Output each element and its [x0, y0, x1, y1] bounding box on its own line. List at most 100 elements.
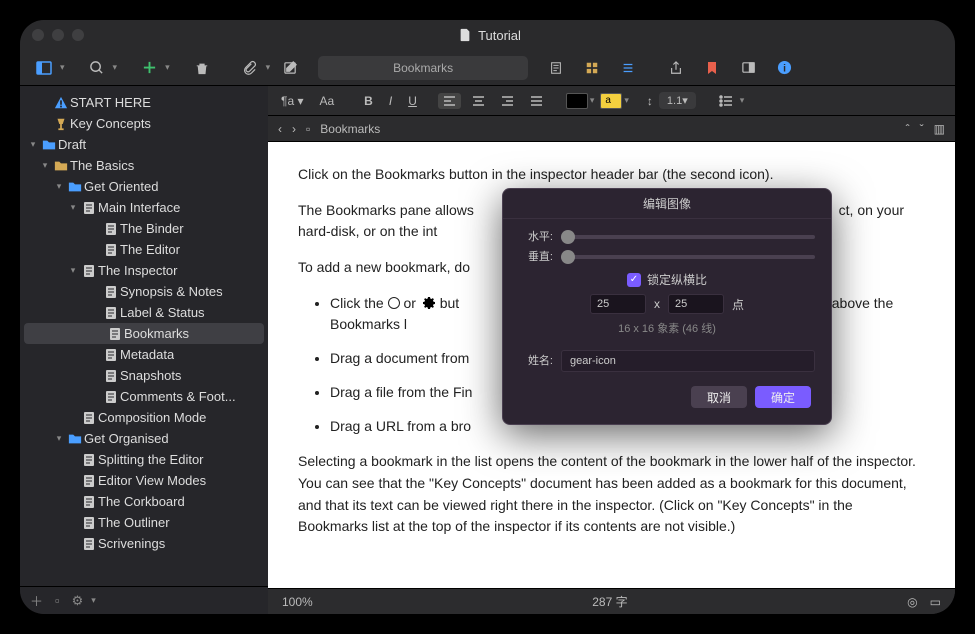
font-button[interactable]: Aa [314, 92, 339, 110]
disclosure-icon[interactable]: ▾ [66, 265, 80, 276]
binder-item[interactable]: The Binder [20, 218, 268, 239]
folder-blue-icon [66, 181, 84, 193]
underline-button[interactable]: U [403, 92, 422, 110]
target-icon[interactable]: ◎ [907, 595, 917, 609]
doc-view-button[interactable] [540, 56, 572, 80]
nav-forward-button[interactable]: › [292, 122, 296, 136]
bold-button[interactable]: B [359, 92, 378, 110]
chevron-down-icon[interactable]: ▾ [60, 62, 65, 73]
name-input[interactable] [561, 350, 815, 372]
corkboard-button[interactable] [576, 56, 608, 80]
disclosure-icon[interactable]: ▾ [26, 139, 40, 150]
search-button[interactable] [81, 56, 113, 80]
align-justify-button[interactable] [525, 93, 548, 109]
nav-back-button[interactable]: ‹ [278, 122, 282, 136]
compose-button[interactable] [274, 56, 306, 80]
inspector-button[interactable] [732, 56, 764, 80]
nav-down-button[interactable]: ˇ [920, 122, 924, 136]
disclosure-icon[interactable]: ▾ [38, 160, 52, 171]
binder-item[interactable]: Synopsis & Notes [20, 281, 268, 302]
binder-item[interactable]: Bookmarks [24, 323, 264, 344]
chevron-down-icon[interactable]: ▾ [165, 62, 170, 73]
binder-item-label: Splitting the Editor [98, 452, 204, 467]
trash-button[interactable] [186, 56, 218, 80]
binder-item[interactable]: Editor View Modes [20, 470, 268, 491]
traffic-lights [32, 29, 84, 41]
binder-tree[interactable]: START HEREKey Concepts▾Draft▾The Basics▾… [20, 86, 268, 586]
chevron-down-icon[interactable]: ▾ [113, 62, 118, 73]
add-item-button[interactable]: ＋ [30, 591, 43, 610]
doc-icon [80, 411, 98, 425]
binder-item[interactable]: START HERE [20, 92, 268, 113]
bookmark-button[interactable] [696, 56, 728, 80]
nav-up-button[interactable]: ˆ [906, 122, 910, 136]
svg-text:i: i [783, 63, 786, 74]
document-title: Bookmarks [320, 122, 380, 136]
binder-item[interactable]: Key Concepts [20, 113, 268, 134]
doc-icon [106, 327, 124, 341]
ok-button[interactable]: 确定 [755, 386, 811, 408]
outline-button[interactable] [612, 56, 644, 80]
binder-item[interactable]: Splitting the Editor [20, 449, 268, 470]
minimize-window[interactable] [52, 29, 64, 41]
binder-item[interactable]: ▾Main Interface [20, 197, 268, 218]
compose-mode-icon[interactable]: ▭ [930, 595, 941, 609]
doc-icon: ▫ [306, 122, 310, 136]
binder-item[interactable]: Metadata [20, 344, 268, 365]
titlebar: Tutorial [20, 20, 955, 50]
list-button[interactable] [714, 93, 738, 109]
attach-button[interactable] [234, 56, 266, 80]
italic-button[interactable]: I [384, 92, 397, 110]
binder-item-label: Snapshots [120, 368, 181, 383]
binder-item[interactable]: ▾ Draft [20, 134, 268, 155]
binder-item[interactable]: The Corkboard [20, 491, 268, 512]
sidebar-footer: ＋ ▫ ⚙▾ [20, 586, 268, 614]
binder-item-label: Editor View Modes [98, 473, 206, 488]
cancel-button[interactable]: 取消 [691, 386, 747, 408]
vertical-slider[interactable] [561, 255, 815, 259]
doc-icon [80, 537, 98, 551]
binder-item[interactable]: The Outliner [20, 512, 268, 533]
disclosure-icon[interactable]: ▾ [66, 202, 80, 213]
layout-toggle-button[interactable]: ▥ [934, 122, 945, 136]
lock-aspect-checkbox[interactable]: ✓ [627, 273, 641, 287]
pixel-info: 16 x 16 象素 (46 线) [519, 320, 815, 336]
binder-item[interactable]: ▾The Inspector [20, 260, 268, 281]
share-button[interactable] [660, 56, 692, 80]
binder-item[interactable]: Scrivenings [20, 533, 268, 554]
circle-icon [388, 297, 400, 309]
chevron-down-icon[interactable]: ▾ [266, 62, 271, 73]
align-right-button[interactable] [496, 93, 519, 109]
height-input[interactable] [668, 294, 724, 314]
toolbar-search-field[interactable]: Bookmarks [318, 56, 528, 80]
zoom-window[interactable] [72, 29, 84, 41]
paragraph-style-button[interactable]: ¶a ▾ [276, 92, 308, 110]
width-input[interactable] [590, 294, 646, 314]
highlight-swatch[interactable]: a [600, 93, 622, 109]
binder-item[interactable]: ▾Get Oriented [20, 176, 268, 197]
binder-item-label: Draft [58, 137, 86, 152]
align-left-button[interactable] [438, 93, 461, 109]
binder-item[interactable]: Snapshots [20, 365, 268, 386]
binder-item[interactable]: ▾Get Organised [20, 428, 268, 449]
disclosure-icon[interactable]: ▾ [52, 433, 66, 444]
align-center-button[interactable] [467, 93, 490, 109]
horizontal-slider[interactable] [561, 235, 815, 239]
archive-icon[interactable]: ▫ [55, 593, 60, 608]
binder-item[interactable]: The Editor [20, 239, 268, 260]
binder-item[interactable]: Label & Status [20, 302, 268, 323]
disclosure-icon[interactable]: ▾ [52, 181, 66, 192]
add-button[interactable] [133, 56, 165, 80]
binder-item[interactable]: Composition Mode [20, 407, 268, 428]
view-mode-button[interactable] [28, 56, 60, 80]
app-logo-icon [458, 28, 472, 42]
line-spacing-select[interactable]: 1.1 ▾ [659, 92, 696, 109]
binder-item[interactable]: ▾The Basics [20, 155, 268, 176]
text-color-swatch[interactable] [566, 93, 588, 109]
gear-icon[interactable]: ⚙ [72, 593, 84, 609]
zoom-level[interactable]: 100% [282, 595, 313, 609]
close-window[interactable] [32, 29, 44, 41]
binder-item[interactable]: Comments & Foot... [20, 386, 268, 407]
vertical-label: 垂直: [519, 251, 553, 263]
info-button[interactable]: i [768, 56, 800, 80]
